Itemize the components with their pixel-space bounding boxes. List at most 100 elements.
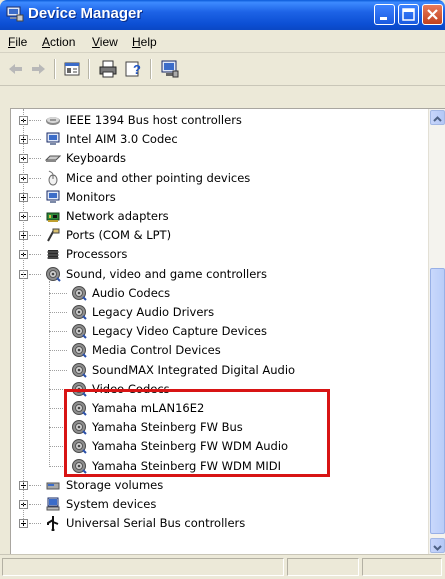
keyboard-icon — [45, 155, 61, 163]
maximize-button[interactable] — [398, 4, 419, 25]
tree-connector — [29, 177, 41, 180]
mouse-icon — [48, 170, 58, 186]
window-title: Device Manager — [28, 5, 143, 22]
tree-connector — [29, 273, 41, 276]
processor-icon — [47, 250, 59, 260]
tree-item-label: Ports (COM & LPT) — [66, 228, 172, 243]
tree-item-label: Mice and other pointing devices — [66, 170, 251, 185]
properties-icon[interactable] — [62, 59, 82, 79]
tree-item-label: Media Control Devices — [92, 343, 221, 358]
scroll-down-button[interactable] — [430, 538, 445, 553]
menu-view[interactable]: View — [92, 35, 118, 49]
tree-connector — [29, 523, 41, 525]
tree-connector — [29, 484, 41, 487]
menu-action[interactable]: Action — [42, 35, 75, 49]
tree-category-item[interactable]: Processors — [11, 245, 428, 264]
forward-icon[interactable] — [28, 59, 48, 79]
speaker-icon — [46, 266, 61, 282]
print-icon[interactable] — [98, 59, 118, 79]
minimize-icon — [380, 17, 387, 20]
scroll-up-button[interactable] — [430, 110, 445, 125]
tree-category-item[interactable]: Network adapters — [11, 207, 428, 226]
highlight-box — [64, 389, 330, 477]
chevron-down-icon — [433, 545, 442, 551]
vertical-scrollbar[interactable] — [428, 109, 445, 554]
update-driver-icon[interactable] — [160, 59, 180, 79]
tree-item-label: Legacy Audio Drivers — [92, 305, 215, 319]
speaker-icon — [72, 324, 87, 339]
tree-item-label: Audio Codecs — [92, 285, 171, 300]
tree-connector — [49, 292, 67, 295]
tree-category-item[interactable]: System devices — [11, 495, 428, 514]
tree-item-label: Legacy Video Capture Devices — [92, 324, 267, 339]
back-icon[interactable] — [6, 59, 26, 79]
speaker-icon — [72, 362, 87, 378]
tree-category-item[interactable]: Sound, video and game controllers — [11, 265, 428, 284]
usb-icon — [47, 516, 59, 532]
tree-category-item[interactable]: Storage volumes — [11, 476, 428, 495]
maximize-icon — [402, 8, 415, 21]
menu-bar: File Action View Help — [0, 30, 445, 53]
device-tree-pane[interactable]: IEEE 1394 Bus host controllers Intel AIM … — [10, 108, 445, 555]
toolbar-separator — [88, 59, 90, 79]
port-icon — [47, 228, 60, 242]
tree-connector — [29, 120, 41, 122]
tree-connector — [49, 350, 67, 352]
tree-category-item[interactable]: Intel AIM 3.0 Codec — [11, 130, 428, 149]
tree-category-item[interactable]: Keyboards — [11, 149, 428, 168]
firewire-icon — [46, 117, 60, 125]
tree-item-label: Monitors — [66, 189, 116, 204]
chevron-up-icon — [433, 116, 442, 122]
status-cell — [287, 558, 359, 576]
tree-item-label: Universal Serial Bus controllers — [66, 516, 246, 531]
tree-child-item[interactable]: Legacy Video Capture Devices — [11, 322, 428, 341]
tree-item-label: Storage volumes — [66, 477, 164, 492]
status-cell — [362, 558, 442, 576]
device-manager-icon — [6, 6, 24, 22]
network-adapter-icon — [46, 212, 60, 222]
speaker-icon — [72, 343, 87, 359]
tree-child-item[interactable]: Audio Codecs — [11, 284, 428, 303]
help-icon[interactable]: ? — [124, 59, 144, 79]
svg-text:?: ? — [133, 62, 141, 77]
tree-category-item[interactable]: Ports (COM & LPT) — [11, 226, 428, 245]
tree-connector — [49, 312, 67, 314]
status-cell — [2, 558, 284, 576]
storage-icon — [46, 482, 60, 490]
computer-icon — [46, 497, 60, 511]
device-manager-window: Device Manager File Action View Help ? I… — [0, 0, 445, 579]
minimize-button[interactable] — [374, 4, 395, 25]
tree-item-label: System devices — [66, 497, 157, 511]
tree-connector — [23, 109, 25, 524]
title-bar[interactable]: Device Manager — [0, 0, 445, 30]
tree-connector — [29, 504, 41, 506]
menu-file[interactable]: File — [8, 35, 27, 49]
scroll-thumb[interactable] — [430, 268, 445, 534]
tree-child-item[interactable]: Legacy Audio Drivers — [11, 303, 428, 322]
monitor-icon — [46, 132, 60, 146]
menu-help[interactable]: Help — [132, 35, 157, 49]
tree-item-label: IEEE 1394 Bus host controllers — [66, 113, 242, 127]
tree-child-item[interactable]: Media Control Devices — [11, 341, 428, 360]
tree-connector — [29, 158, 41, 160]
tree-item-label: Intel AIM 3.0 Codec — [66, 132, 178, 147]
tree-connector — [29, 196, 41, 199]
tree-connector — [29, 235, 41, 237]
tree-category-item[interactable]: Universal Serial Bus controllers — [11, 514, 428, 533]
tree-item-label: Sound, video and game controllers — [66, 266, 268, 281]
tree-child-item[interactable]: SoundMAX Integrated Digital Audio — [11, 361, 428, 380]
tree-item-label: Processors — [66, 247, 128, 262]
tree-connector — [49, 369, 67, 372]
status-bar — [0, 554, 445, 579]
toolbar-separator — [150, 59, 152, 79]
speaker-icon — [72, 305, 87, 320]
close-button[interactable] — [422, 4, 443, 25]
tree-connector — [29, 254, 41, 256]
speaker-icon — [72, 285, 87, 301]
tree-connector — [49, 280, 51, 467]
tree-item-label: SoundMAX Integrated Digital Audio — [92, 362, 296, 377]
tree-connector — [49, 331, 67, 333]
tree-category-item[interactable]: IEEE 1394 Bus host controllers — [11, 111, 428, 130]
tree-category-item[interactable]: Monitors — [11, 188, 428, 207]
tree-category-item[interactable]: Mice and other pointing devices — [11, 169, 428, 188]
